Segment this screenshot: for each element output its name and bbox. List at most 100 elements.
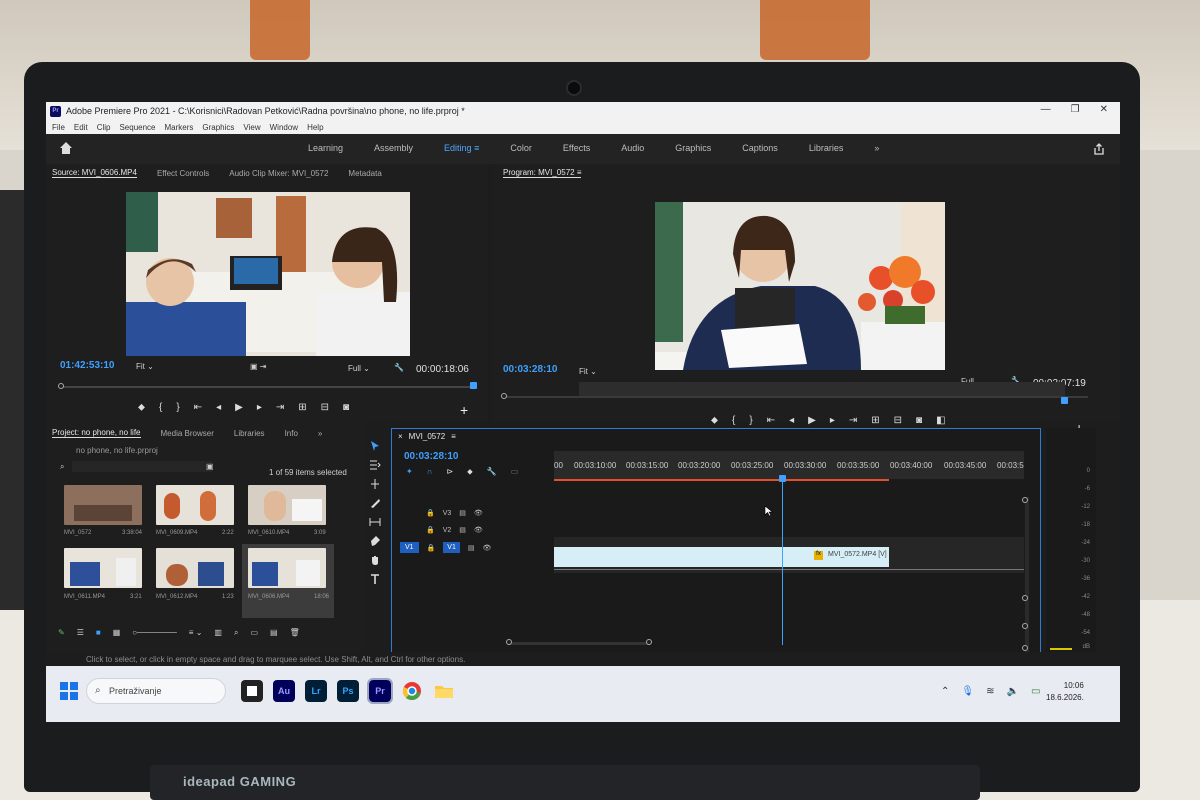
eye-icon[interactable]: 👁 — [482, 544, 491, 552]
clip-thumbnail[interactable] — [64, 548, 142, 588]
task-view-icon[interactable] — [241, 680, 263, 702]
mark-out-icon[interactable]: } — [749, 415, 752, 426]
project-search-input[interactable] — [72, 461, 212, 472]
scroll-handle[interactable] — [1022, 497, 1028, 503]
sync-lock-icon[interactable]: ▤ — [459, 509, 466, 517]
close-sequence-icon[interactable]: × — [398, 432, 403, 441]
source-timecode[interactable]: 01:42:53:10 — [60, 360, 114, 371]
source-insert-icon[interactable]: ▣ ⇥ — [250, 362, 266, 371]
overwrite-icon[interactable]: ⊟ — [321, 402, 329, 413]
add-marker-icon[interactable]: ⬥ — [711, 415, 718, 426]
mark-in-icon[interactable]: { — [732, 415, 735, 426]
lock-icon[interactable]: 🔒 — [426, 526, 435, 534]
pen-tool-icon[interactable] — [369, 535, 381, 547]
go-to-out-icon[interactable]: ⇥ — [276, 402, 284, 413]
export-frame-icon[interactable]: ◙ — [916, 415, 922, 426]
pencil-icon[interactable]: ✎ — [58, 628, 65, 638]
scroll-handle[interactable] — [1022, 623, 1028, 629]
chrome-app-icon[interactable] — [401, 680, 423, 702]
tab-project[interactable]: Project: no phone, no life — [52, 428, 141, 438]
step-back-icon[interactable]: ◂ — [216, 402, 221, 413]
zoom-slider[interactable]: ○─────── — [132, 628, 177, 638]
lift-icon[interactable]: ⊞ — [871, 415, 879, 426]
menu-help[interactable]: Help — [307, 123, 323, 132]
timeline-playhead-line[interactable] — [782, 479, 783, 645]
tab-metadata[interactable]: Metadata — [348, 169, 381, 178]
type-tool-icon[interactable] — [369, 573, 381, 585]
timeline-menu-icon[interactable]: ≡ — [451, 432, 456, 441]
timeline-playhead[interactable] — [779, 475, 786, 482]
program-fit-select[interactable]: Fit ⌄ — [579, 367, 597, 376]
linked-selection-icon[interactable]: ⊳ — [446, 467, 453, 477]
workspace-color[interactable]: Color — [510, 143, 532, 153]
workspace-audio[interactable]: Audio — [621, 143, 644, 153]
video-clip[interactable]: fx MVI_0572.MP4 [V] — [554, 547, 889, 567]
trash-icon[interactable]: 🗑 — [290, 628, 300, 638]
comparison-view-icon[interactable]: ◧ — [936, 415, 945, 426]
lock-icon[interactable]: 🔒 — [426, 509, 435, 517]
play-icon[interactable]: ▶ — [235, 402, 243, 413]
source-fit-select[interactable]: Fit ⌄ — [136, 362, 154, 371]
step-back-icon[interactable]: ◂ — [789, 415, 794, 426]
panel-overflow-icon[interactable]: » — [318, 429, 322, 438]
tab-effect-controls[interactable]: Effect Controls — [157, 169, 209, 178]
source-settings-icon[interactable]: 🔧 — [394, 363, 404, 372]
program-scrubber[interactable] — [503, 396, 1088, 398]
timeline-settings-icon[interactable]: 🔧 — [487, 467, 497, 477]
tab-media-browser[interactable]: Media Browser — [161, 429, 214, 438]
sync-lock-icon[interactable]: ▤ — [468, 544, 475, 552]
program-timecode[interactable]: 00:03:28:10 — [503, 364, 557, 375]
workspace-graphics[interactable]: Graphics — [675, 143, 711, 153]
tab-source[interactable]: Source: MVI_0606.MP4 — [52, 168, 137, 178]
razor-tool-icon[interactable] — [369, 497, 381, 509]
tray-chevron-icon[interactable]: ⌃ — [941, 686, 949, 697]
menu-graphics[interactable]: Graphics — [202, 123, 234, 132]
menu-clip[interactable]: Clip — [97, 123, 111, 132]
track-select-icon[interactable] — [369, 459, 381, 471]
go-to-out-icon[interactable]: ⇥ — [849, 415, 857, 426]
sort-icon[interactable]: ≡ ⌄ — [189, 628, 203, 638]
captions-icon[interactable]: ▭ — [511, 467, 519, 477]
scroll-handle[interactable] — [1022, 595, 1028, 601]
add-marker-icon[interactable]: ⬥ — [467, 467, 473, 477]
clock[interactable]: 10:06 18.6.2026. — [1046, 680, 1084, 704]
vertical-scrollbar[interactable] — [1025, 497, 1029, 653]
project-search-icon[interactable]: ⌕ — [60, 462, 64, 472]
slip-tool-icon[interactable] — [369, 516, 381, 528]
maximize-button[interactable]: ❐ — [1071, 104, 1080, 115]
microphone-icon[interactable]: 🎙 — [961, 686, 974, 697]
insert-icon[interactable]: ⊞ — [298, 402, 306, 413]
selection-tool-icon[interactable] — [369, 440, 381, 452]
premiere-app-icon[interactable]: Pr — [367, 678, 393, 704]
mark-out-icon[interactable]: } — [176, 402, 179, 413]
menu-view[interactable]: View — [243, 123, 260, 132]
source-button-editor-icon[interactable]: + — [460, 402, 468, 418]
menu-window[interactable]: Window — [270, 123, 298, 132]
menu-markers[interactable]: Markers — [165, 123, 194, 132]
lightroom-app-icon[interactable]: Lr — [305, 680, 327, 702]
ripple-edit-icon[interactable] — [369, 478, 381, 490]
source-quality-select[interactable]: Full ⌄ — [348, 364, 370, 373]
audition-app-icon[interactable]: Au — [273, 680, 295, 702]
file-explorer-icon[interactable] — [433, 680, 455, 702]
source-scrubber[interactable] — [60, 386, 476, 388]
menu-edit[interactable]: Edit — [74, 123, 88, 132]
workspace-learning[interactable]: Learning — [308, 143, 343, 153]
workspace-editing[interactable]: Editing ≡ — [444, 143, 479, 153]
eye-icon[interactable]: 👁 — [474, 526, 483, 534]
volume-icon[interactable]: 🔈 — [1006, 686, 1018, 697]
clip-thumbnail[interactable] — [156, 548, 234, 588]
workspace-overflow-icon[interactable]: » — [874, 143, 879, 153]
workspace-libraries[interactable]: Libraries — [809, 143, 844, 153]
play-icon[interactable]: ▶ — [808, 415, 816, 426]
mark-in-icon[interactable]: { — [159, 402, 162, 413]
source-patch-v1[interactable]: V1 — [400, 542, 419, 553]
extract-icon[interactable]: ⊟ — [894, 415, 902, 426]
close-button[interactable]: ✕ — [1100, 104, 1108, 115]
hand-tool-icon[interactable] — [369, 554, 381, 566]
tab-info[interactable]: Info — [285, 429, 298, 438]
go-to-in-icon[interactable]: ⇤ — [194, 402, 202, 413]
zoom-handle-right[interactable] — [646, 639, 652, 645]
horizontal-scrollbar[interactable] — [510, 642, 650, 645]
snap-icon[interactable]: ∩ — [427, 467, 433, 477]
